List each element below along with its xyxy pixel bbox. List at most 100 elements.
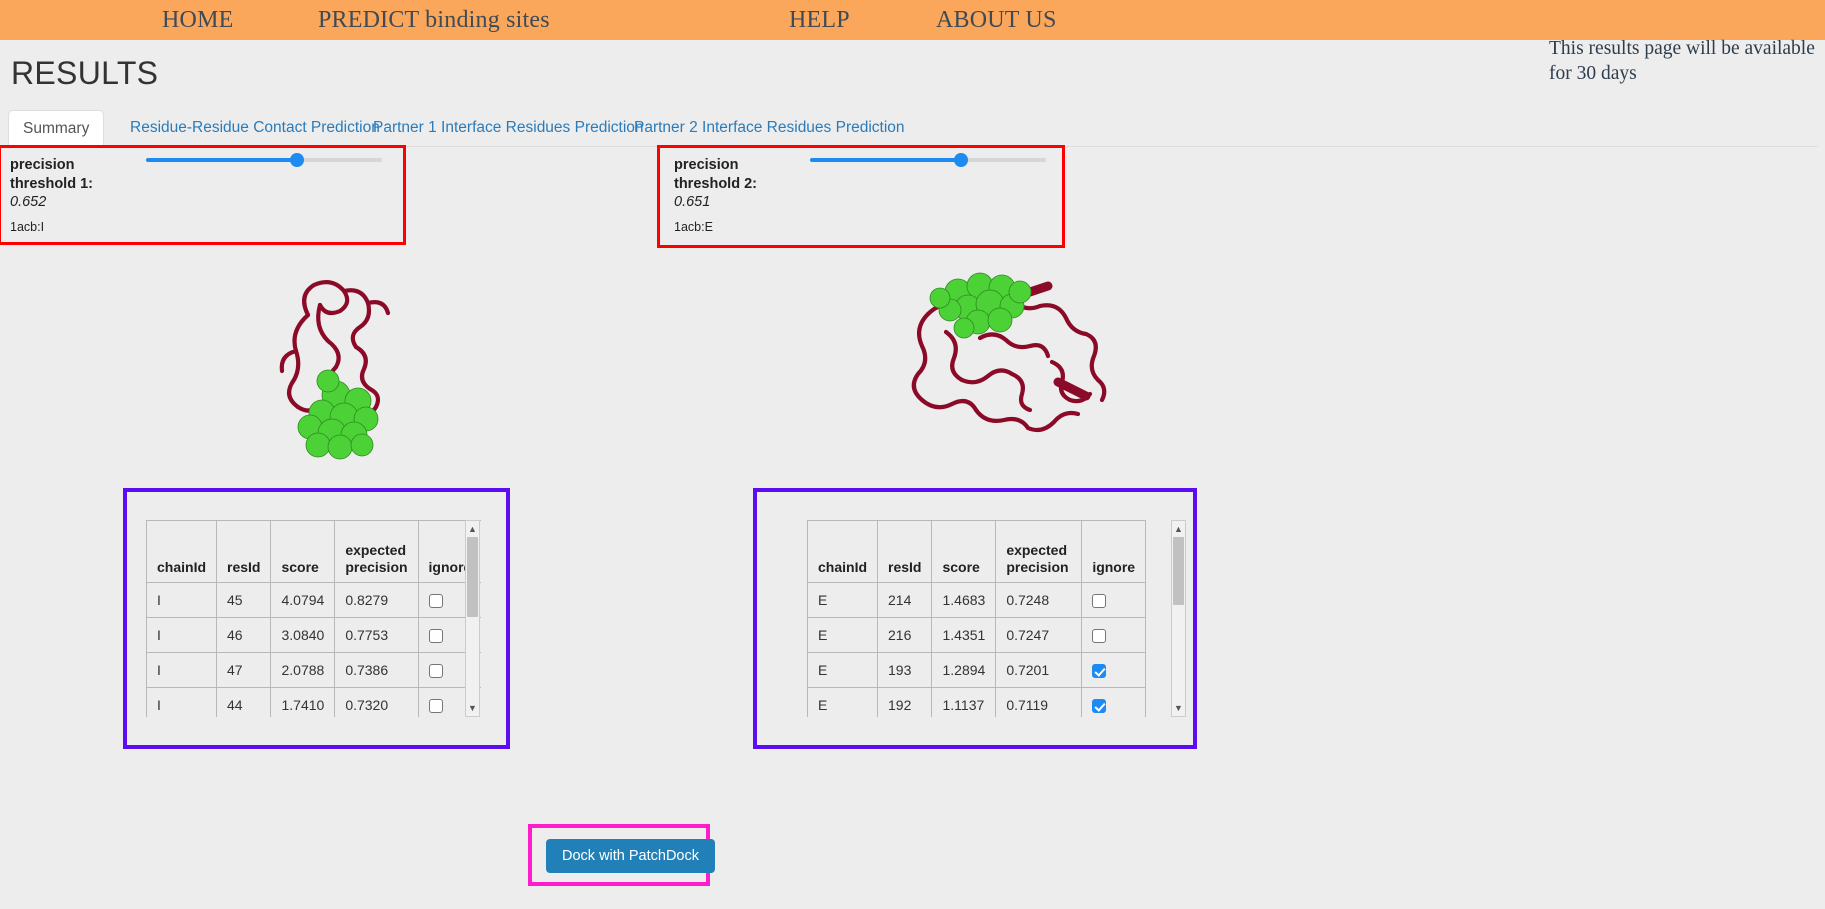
tab-summary[interactable]: Summary [8, 110, 105, 149]
score-cell: 3.0840 [270, 617, 336, 653]
expected-precision-cell: 0.7753 [334, 617, 419, 653]
precision-threshold-1-slider[interactable] [146, 153, 382, 167]
partner-1-residues-table-container: chainId resId score expected precision i… [123, 488, 510, 749]
top-navigation-bar: HOME PREDICT binding sites HELP ABOUT US [0, 0, 1825, 40]
precision-threshold-1-panel: precision threshold 1: 0.652 1acb:I [0, 145, 406, 245]
res-id-cell: 216 [877, 617, 933, 653]
ignore-cell [1081, 652, 1147, 688]
precision-threshold-2-value: 0.651 [674, 194, 711, 210]
ignore-checkbox[interactable] [1092, 629, 1107, 644]
partner-1-chain-label: 1acb:I [10, 220, 45, 234]
nav-link-about-us[interactable]: ABOUT US [936, 7, 1057, 34]
partner-1-table-scrollbar[interactable]: ▲ ▼ [465, 520, 480, 717]
partner-1-residues-table: chainId resId score expected precision i… [146, 520, 481, 717]
expected-precision-cell: 0.7201 [995, 652, 1083, 688]
column-header-expected-precision: expected precision [995, 520, 1083, 583]
score-cell: 1.7410 [270, 687, 336, 717]
table-row: I 44 1.7410 0.7320 [146, 687, 481, 717]
ignore-checkbox[interactable] [1092, 664, 1107, 679]
expected-precision-cell: 0.7119 [995, 687, 1083, 717]
nav-link-home[interactable]: HOME [162, 7, 233, 34]
ignore-cell [1081, 617, 1147, 653]
partner-2-table-scrollbar[interactable]: ▲ ▼ [1171, 520, 1186, 717]
score-cell: 1.1137 [931, 687, 997, 717]
table-row: I 46 3.0840 0.7753 [146, 617, 481, 653]
column-header-chainid: chainId [146, 520, 218, 583]
precision-threshold-2-panel: precision threshold 2: 0.651 1acb:E [657, 145, 1065, 248]
scrollbar-thumb[interactable] [467, 537, 478, 617]
table-header-row: chainId resId score expected precision i… [807, 520, 1147, 583]
partner-1-table-body: I 45 4.0794 0.8279 I 46 3.0840 0.7753 I 47 2.0788 0… [146, 582, 481, 717]
ignore-checkbox[interactable] [428, 629, 443, 644]
res-id-cell: 45 [216, 582, 272, 618]
scroll-up-arrow-icon[interactable]: ▲ [466, 522, 479, 536]
chain-id-cell: E [807, 652, 879, 688]
precision-threshold-2-slider[interactable] [810, 153, 1046, 167]
precision-threshold-1-value: 0.652 [10, 194, 47, 210]
nav-link-predict-binding-sites[interactable]: PREDICT binding sites [318, 7, 550, 34]
res-id-cell: 193 [877, 652, 933, 688]
ignore-checkbox[interactable] [1092, 699, 1107, 714]
table-row: E 216 1.4351 0.7247 [807, 617, 1147, 653]
dock-button-container: Dock with PatchDock [528, 824, 715, 886]
precision-threshold-1-label: precision threshold 1: [10, 157, 93, 192]
slider-fill [810, 158, 962, 162]
partner-2-ribbon-diagram [911, 272, 1107, 433]
ignore-checkbox[interactable] [428, 699, 443, 714]
expected-precision-cell: 0.8279 [334, 582, 419, 618]
ignore-checkbox[interactable] [428, 664, 443, 679]
scroll-down-arrow-icon[interactable]: ▼ [466, 701, 479, 715]
table-row: E 193 1.2894 0.7201 [807, 652, 1147, 688]
column-header-ignore: ignore [1081, 520, 1147, 583]
slider-fill [146, 158, 298, 162]
tab-partner-1-interface-residues-prediction[interactable]: Partner 1 Interface Residues Prediction [359, 110, 658, 147]
expected-precision-cell: 0.7386 [334, 652, 419, 688]
res-id-cell: 192 [877, 687, 933, 717]
column-header-score: score [931, 520, 997, 583]
partner-2-table-body: E 214 1.4683 0.7248 E 216 1.4351 0.7247 E 193 1.28… [807, 582, 1147, 717]
column-header-score: score [270, 520, 336, 583]
slider-thumb[interactable] [954, 153, 969, 167]
table-row: E 192 1.1137 0.7119 [807, 687, 1147, 717]
chain-id-cell: I [146, 652, 218, 688]
partner-2-structure-viewer[interactable] [880, 262, 1130, 462]
ignore-cell [1081, 582, 1147, 618]
expected-precision-cell: 0.7248 [995, 582, 1083, 618]
score-cell: 1.2894 [931, 652, 997, 688]
tab-bar: Summary Residue-Residue Contact Predicti… [8, 110, 1818, 149]
chain-id-cell: E [807, 617, 879, 653]
expected-precision-cell: 0.7320 [334, 687, 419, 717]
score-cell: 1.4683 [931, 582, 997, 618]
column-header-expected-precision: expected precision [334, 520, 419, 583]
partner-1-structure-viewer[interactable] [240, 255, 470, 470]
column-header-chainid: chainId [807, 520, 879, 583]
ignore-checkbox[interactable] [1092, 594, 1107, 609]
partner-1-table-scroll-area: chainId resId score expected precision i… [146, 520, 481, 717]
page-title: RESULTS [11, 55, 159, 91]
column-header-resid: resId [877, 520, 933, 583]
availability-note: This results page will be available for … [1549, 38, 1815, 84]
chain-id-cell: E [807, 582, 879, 618]
nav-link-help[interactable]: HELP [789, 7, 850, 34]
chain-id-cell: I [146, 617, 218, 653]
res-id-cell: 44 [216, 687, 272, 717]
scrollbar-thumb[interactable] [1173, 537, 1184, 605]
scroll-down-arrow-icon[interactable]: ▼ [1172, 701, 1185, 715]
table-row: I 47 2.0788 0.7386 [146, 652, 481, 688]
tab-residue-residue-contact-prediction[interactable]: Residue-Residue Contact Prediction [116, 110, 394, 147]
chain-id-cell: I [146, 687, 218, 717]
dock-with-patchdock-button[interactable]: Dock with PatchDock [546, 839, 715, 873]
partner-2-table-scroll-area: chainId resId score expected precision i… [807, 520, 1187, 717]
score-cell: 2.0788 [270, 652, 336, 688]
scroll-up-arrow-icon[interactable]: ▲ [1172, 522, 1185, 536]
tab-partner-2-interface-residues-prediction[interactable]: Partner 2 Interface Residues Prediction [620, 110, 919, 147]
partner-2-residues-table-container: chainId resId score expected precision i… [753, 488, 1197, 749]
res-id-cell: 214 [877, 582, 933, 618]
precision-threshold-2-label: precision threshold 2: [674, 157, 757, 192]
slider-thumb[interactable] [290, 153, 305, 167]
ignore-checkbox[interactable] [428, 594, 443, 609]
res-id-cell: 47 [216, 652, 272, 688]
table-header-row: chainId resId score expected precision i… [146, 520, 481, 583]
chain-id-cell: I [146, 582, 218, 618]
column-header-resid: resId [216, 520, 272, 583]
